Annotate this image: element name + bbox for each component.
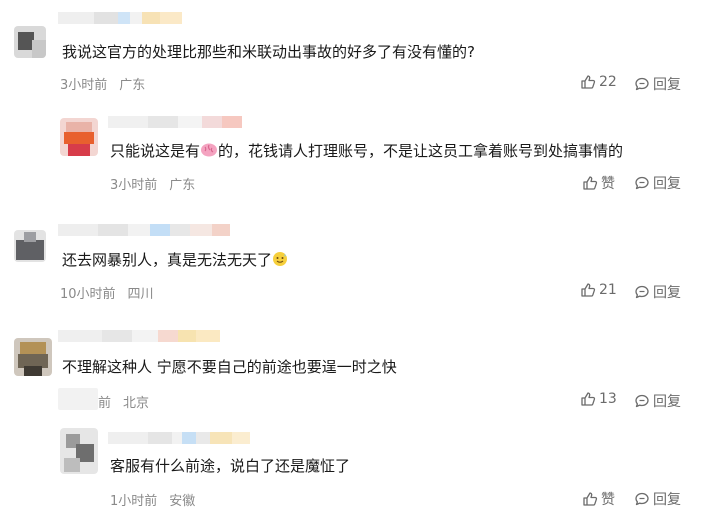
like-count: 22: [599, 74, 617, 90]
comment-text: 不理解这种人 宁愿不要自己的前途也要逞一时之快: [62, 358, 397, 376]
timestamp: 3小时前: [60, 78, 108, 93]
reply-label: 回复: [653, 492, 681, 508]
sweat-smile-emoji-icon: [273, 252, 288, 266]
reply-label: 回复: [653, 394, 681, 410]
comment-text: 只能说这是有 的，花钱请人打理账号，不是让这员工拿着账号到处搞事情的: [110, 141, 623, 161]
reply-button[interactable]: 回复: [634, 74, 681, 94]
comment-meta: 3小时前 广东: [60, 74, 145, 93]
avatar[interactable]: [14, 26, 46, 58]
location: 四川: [127, 287, 154, 302]
reply-button[interactable]: 回复: [634, 282, 681, 302]
speech-bubble-icon: [635, 492, 649, 506]
comment-meta: 1小时前 安徽: [110, 490, 195, 509]
like-button[interactable]: 22: [580, 74, 617, 90]
speech-bubble-icon: [635, 285, 649, 299]
reply-label: 回复: [653, 77, 681, 93]
thumbs-up-icon: [583, 176, 598, 190]
comment-text-part2: 的，花钱请人打理账号，不是让这员工拿着账号到处搞事情的: [218, 142, 624, 160]
reply-button[interactable]: 回复: [634, 489, 681, 509]
like-label: 赞: [601, 176, 615, 192]
comment-text-body: 还去网暴别人，真是无法无天了: [62, 251, 273, 269]
username-blurred[interactable]: [108, 432, 250, 444]
thumbs-up-icon: [583, 492, 598, 506]
reply-button[interactable]: 回复: [634, 173, 681, 193]
comment-text: 我说这官方的处理比那些和米联动出事故的好多了有没有懂的?: [62, 43, 475, 61]
timestamp: 10小时前: [60, 287, 116, 302]
like-button[interactable]: 21: [580, 282, 617, 298]
comment-meta: 前北京: [98, 392, 149, 411]
thumbs-up-icon: [581, 392, 596, 406]
blurred-region: [58, 388, 98, 410]
timestamp: 3小时前: [110, 178, 158, 193]
brain-emoji-icon: [201, 143, 218, 157]
reply-button[interactable]: 回复: [634, 391, 681, 411]
like-count: 13: [599, 391, 617, 407]
avatar[interactable]: [14, 230, 46, 262]
speech-bubble-icon: [635, 77, 649, 91]
location: 广东: [119, 78, 146, 93]
location: 北京: [123, 396, 150, 411]
comment-text: 客服有什么前途，说白了还是魔怔了: [110, 457, 351, 475]
location: 安徽: [169, 494, 196, 509]
comment-meta: 3小时前 广东: [110, 174, 195, 193]
avatar[interactable]: [60, 118, 98, 156]
like-label: 赞: [601, 492, 615, 508]
timestamp: 前: [98, 396, 112, 411]
comment-meta: 10小时前 四川: [60, 283, 154, 302]
like-count: 21: [599, 282, 617, 298]
timestamp: 1小时前: [110, 494, 158, 509]
like-button[interactable]: 赞: [582, 489, 615, 509]
location: 广东: [169, 178, 196, 193]
reply-label: 回复: [653, 285, 681, 301]
comment-text-part1: 只能说这是有: [110, 142, 201, 160]
thumbs-up-icon: [581, 75, 596, 89]
speech-bubble-icon: [635, 176, 649, 190]
thumbs-up-icon: [581, 283, 596, 297]
avatar[interactable]: [60, 428, 98, 474]
username-blurred[interactable]: [58, 12, 182, 24]
username-blurred[interactable]: [108, 116, 242, 128]
username-blurred[interactable]: [58, 330, 220, 342]
comment-text: 还去网暴别人，真是无法无天了: [62, 250, 288, 270]
like-button[interactable]: 赞: [582, 173, 615, 193]
username-blurred[interactable]: [58, 224, 230, 236]
speech-bubble-icon: [635, 394, 649, 408]
avatar[interactable]: [14, 338, 52, 376]
reply-label: 回复: [653, 176, 681, 192]
like-button[interactable]: 13: [580, 391, 617, 407]
